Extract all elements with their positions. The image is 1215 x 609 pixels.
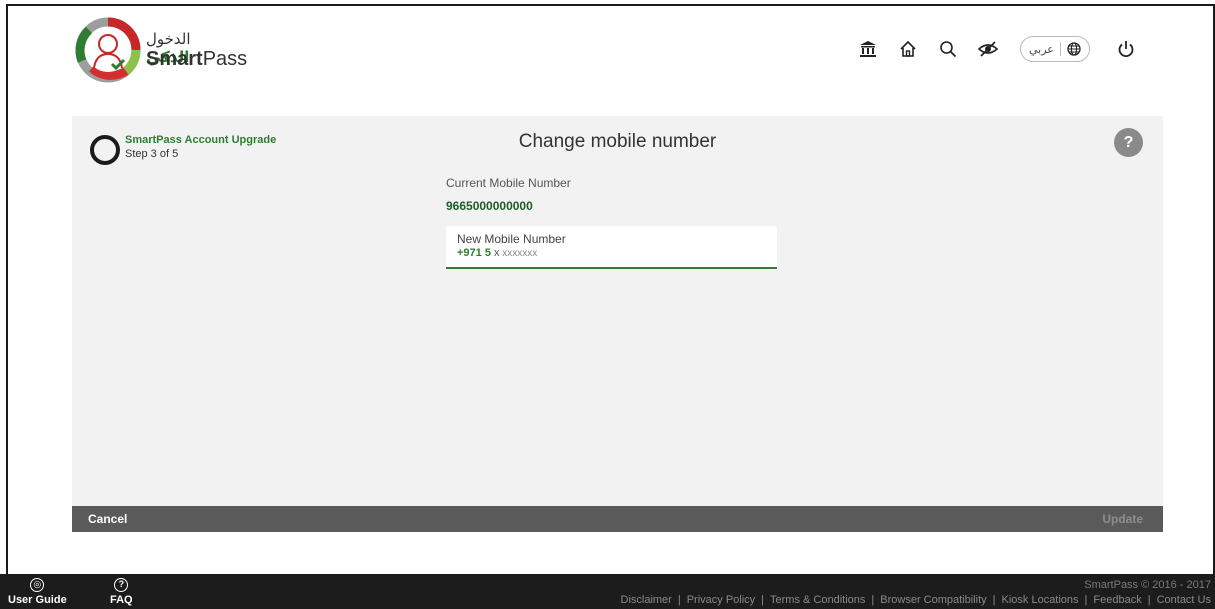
footer-link-disclaimer[interactable]: Disclaimer [621,594,672,606]
current-mobile-value: 9665000000000 [446,199,533,213]
cancel-button[interactable]: Cancel [88,512,127,526]
footer-link-contact[interactable]: Contact Us [1157,594,1211,606]
footer-link-terms[interactable]: Terms & Conditions [770,594,865,606]
copyright: SmartPass © 2016 - 2017 [1084,579,1211,591]
logo-english-text: SmartPass [146,48,248,70]
footer-link-privacy[interactable]: Privacy Policy [687,594,755,606]
accessibility-eye-icon[interactable] [970,34,1006,64]
language-switch[interactable]: عربي [1020,36,1090,62]
header: الدخول الذكي SmartPass عربي [0,0,1215,110]
faq-icon: ? [114,578,129,592]
home-icon[interactable] [890,34,926,64]
user-guide-button[interactable]: ◎ User Guide [8,578,67,606]
help-button[interactable]: ? [1114,128,1143,157]
page-title: Change mobile number [518,131,717,152]
current-mobile-label: Current Mobile Number [446,176,571,190]
smartpass-logo[interactable]: الدخول الذكي SmartPass [74,16,254,92]
footer-link-browser[interactable]: Browser Compatibility [880,594,986,606]
search-icon[interactable] [930,34,966,64]
main-panel: SmartPass Account Upgrade Step 3 of 5 Ch… [72,116,1163,506]
update-button[interactable]: Update [1102,512,1143,526]
user-guide-icon: ◎ [30,578,45,592]
globe-icon [1067,42,1081,56]
new-mobile-field[interactable]: New Mobile Number +971 5 x xxxxxxx [446,226,777,269]
new-mobile-label: New Mobile Number [457,232,566,246]
footer-links: Disclaimer | Privacy Policy | Terms & Cond… [620,594,1212,606]
language-label: عربي [1029,42,1054,56]
power-icon[interactable] [1108,34,1144,64]
new-mobile-input[interactable]: +971 5 x xxxxxxx [457,247,766,259]
footer: ◎ User Guide ? FAQ SmartPass © 2016 - 20… [0,574,1215,609]
faq-button[interactable]: ? FAQ [110,578,133,606]
mobile-placeholder: x xxxxxxx [493,247,538,259]
language-divider [1059,42,1061,56]
government-icon[interactable] [850,34,886,64]
mobile-prefix: +971 5 [457,247,491,259]
footer-link-feedback[interactable]: Feedback [1093,594,1141,606]
action-bar: Cancel Update [72,506,1163,532]
logo-ring-icon [75,17,141,83]
footer-link-kiosk[interactable]: Kiosk Locations [1002,594,1079,606]
top-toolbar: عربي [850,34,1148,64]
